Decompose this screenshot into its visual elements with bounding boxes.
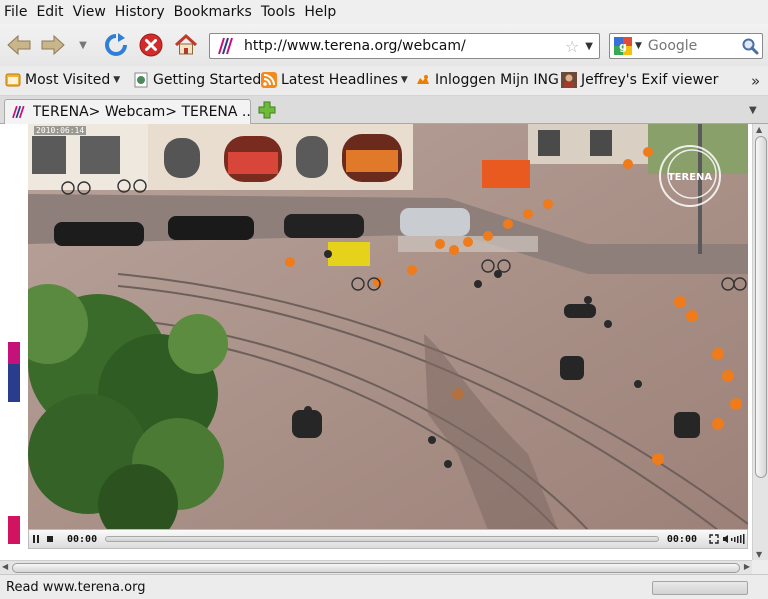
chevron-down-icon: ▼ bbox=[400, 75, 408, 85]
search-input[interactable] bbox=[647, 38, 738, 54]
volume-button[interactable] bbox=[721, 532, 747, 546]
url-bar[interactable]: http://www.terena.org/webcam/ ☆ ▼ bbox=[209, 33, 600, 59]
terena-favicon-icon bbox=[12, 105, 25, 119]
status-text: Read www.terena.org bbox=[6, 580, 146, 595]
search-magnifier-icon[interactable] bbox=[741, 37, 759, 55]
plus-icon bbox=[258, 101, 276, 119]
terena-watermark-text: TERENA bbox=[668, 172, 713, 183]
vertical-scrollbar[interactable]: ▲ ▼ bbox=[752, 124, 768, 560]
horizontal-scrollbar[interactable]: ◀ ▶ bbox=[0, 560, 752, 574]
fullscreen-icon bbox=[709, 534, 719, 544]
svg-text:g: g bbox=[619, 40, 627, 53]
tree-foliage bbox=[28, 284, 228, 530]
new-tab-button[interactable] bbox=[258, 101, 276, 119]
stop-icon bbox=[139, 33, 163, 57]
forward-arrow-icon bbox=[41, 34, 65, 56]
menu-history[interactable]: History bbox=[115, 4, 165, 20]
bookmarks-toolbar: Most Visited ▼ Getting Started Latest He… bbox=[0, 66, 768, 96]
url-dropdown-icon[interactable]: ▼ bbox=[585, 41, 593, 52]
menu-edit[interactable]: Edit bbox=[36, 4, 63, 20]
google-icon[interactable]: g bbox=[614, 37, 632, 55]
menu-help[interactable]: Help bbox=[304, 4, 336, 20]
menu-bookmarks[interactable]: Bookmarks bbox=[174, 4, 252, 20]
tab-list-dropdown-icon[interactable]: ▼ bbox=[749, 105, 757, 116]
forward-button[interactable] bbox=[40, 32, 66, 58]
horizontal-scroll-thumb[interactable] bbox=[12, 563, 740, 573]
bookmark-star-icon[interactable]: ☆ bbox=[565, 37, 579, 56]
loading-progress-bar bbox=[652, 581, 748, 595]
terena-favicon-icon bbox=[218, 37, 233, 55]
webcam-scene: TERENA bbox=[28, 124, 748, 530]
rss-feed-icon bbox=[261, 72, 277, 88]
history-dropdown-icon: ▼ bbox=[79, 39, 87, 51]
history-dropdown-button[interactable]: ▼ bbox=[76, 36, 90, 54]
bookmark-inloggen-ing[interactable]: Inloggen Mijn ING bbox=[415, 72, 559, 88]
tab-terena-webcam[interactable]: TERENA> Webcam> TERENA ... bbox=[4, 99, 251, 124]
getting-started-icon bbox=[134, 72, 148, 88]
menu-tools[interactable]: Tools bbox=[261, 4, 296, 20]
back-arrow-icon bbox=[7, 34, 31, 56]
terena-side-stripe-red bbox=[8, 516, 20, 544]
ing-lion-icon bbox=[417, 75, 429, 84]
page-content: TERENA 2010:06:14 00:00 00:00 bbox=[0, 124, 752, 560]
current-time: 00:00 bbox=[67, 533, 98, 545]
tab-bar: TERENA> Webcam> TERENA ... ▼ bbox=[0, 96, 768, 124]
scroll-right-arrow-icon[interactable]: ▶ bbox=[744, 562, 750, 571]
fullscreen-button[interactable] bbox=[707, 532, 721, 546]
stop-square-icon bbox=[47, 536, 53, 542]
back-button[interactable] bbox=[6, 32, 32, 58]
menu-view[interactable]: View bbox=[73, 4, 106, 20]
webcam-timestamp: 2010:06:14 bbox=[34, 126, 87, 135]
home-button[interactable] bbox=[172, 31, 200, 59]
webcam-video[interactable]: TERENA 2010:06:14 bbox=[28, 124, 748, 530]
search-engine-dropdown-icon[interactable]: ▼ bbox=[635, 41, 642, 51]
pause-button[interactable] bbox=[29, 532, 43, 546]
url-text[interactable]: http://www.terena.org/webcam/ bbox=[244, 38, 565, 54]
tab-title: TERENA> Webcam> TERENA ... bbox=[32, 104, 250, 120]
reload-button[interactable] bbox=[102, 31, 130, 59]
reload-icon bbox=[105, 33, 127, 56]
exif-viewer-icon bbox=[561, 72, 577, 88]
scroll-down-arrow-icon[interactable]: ▼ bbox=[756, 550, 762, 559]
menu-bar: File Edit View History Bookmarks Tools H… bbox=[0, 0, 768, 24]
navigation-toolbar: ▼ http://www.terena.org/webcam/ ☆ ▼ g ▼ … bbox=[0, 24, 768, 66]
bookmark-getting-started[interactable]: Getting Started bbox=[133, 72, 261, 88]
volume-icon bbox=[723, 534, 745, 544]
scroll-left-arrow-icon[interactable]: ◀ bbox=[2, 562, 8, 571]
home-icon bbox=[174, 33, 198, 55]
search-bar[interactable]: g ▼ bbox=[609, 33, 763, 59]
chevron-down-icon: ▼ bbox=[113, 75, 121, 85]
scroll-up-arrow-icon[interactable]: ▲ bbox=[756, 125, 762, 134]
video-player-controls: 00:00 00:00 bbox=[28, 529, 748, 549]
status-bar: Read www.terena.org bbox=[0, 574, 768, 599]
bookmark-exif-viewer[interactable]: Jeffrey's Exif viewer bbox=[561, 72, 718, 88]
stop-playback-button[interactable] bbox=[43, 532, 57, 546]
total-time: 00:00 bbox=[666, 533, 697, 545]
most-visited-icon bbox=[5, 73, 21, 87]
vertical-scroll-thumb[interactable] bbox=[755, 136, 767, 478]
bookmark-latest-headlines[interactable]: Latest Headlines ▼ bbox=[261, 72, 408, 88]
terena-side-stripe-blue bbox=[8, 364, 20, 402]
bookmarks-overflow-button[interactable]: » bbox=[751, 72, 760, 90]
stop-button[interactable] bbox=[137, 31, 165, 59]
menu-file[interactable]: File bbox=[4, 4, 27, 20]
pause-icon bbox=[33, 535, 39, 543]
bookmark-most-visited[interactable]: Most Visited ▼ bbox=[5, 72, 120, 88]
seek-slider[interactable] bbox=[105, 536, 659, 542]
